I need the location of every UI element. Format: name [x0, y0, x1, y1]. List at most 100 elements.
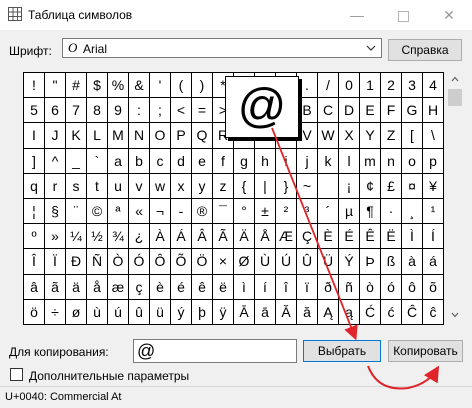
character-cell[interactable]: ]	[24, 148, 45, 174]
character-cell[interactable]: Ü	[318, 249, 339, 275]
character-cell[interactable]: È	[318, 224, 339, 250]
character-cell[interactable]: º	[24, 224, 45, 250]
character-cell[interactable]: ª	[108, 198, 129, 225]
character-cell[interactable]: i	[276, 148, 297, 174]
character-cell[interactable]: t	[87, 173, 108, 199]
character-cell[interactable]: y	[192, 173, 213, 199]
character-cell[interactable]: O	[150, 123, 171, 149]
character-cell[interactable]: e	[192, 148, 213, 174]
copy-button[interactable]: Копировать	[388, 340, 463, 362]
character-cell[interactable]: [	[402, 123, 423, 149]
character-cell[interactable]: £	[381, 173, 402, 199]
character-cell[interactable]: W	[318, 123, 339, 149]
character-cell[interactable]: ²	[276, 198, 297, 225]
character-cell[interactable]: g	[234, 148, 255, 174]
character-cell[interactable]: ¤	[402, 173, 423, 199]
copy-input[interactable]: @	[133, 339, 297, 363]
character-cell[interactable]: °	[234, 198, 255, 225]
character-cell[interactable]: Ù	[255, 249, 276, 275]
character-cell[interactable]: ý	[171, 299, 192, 325]
character-cell[interactable]: C	[318, 98, 339, 124]
character-cell[interactable]: Ï	[45, 249, 66, 275]
character-cell[interactable]: ú	[108, 299, 129, 325]
character-cell[interactable]: c	[150, 148, 171, 174]
character-cell[interactable]: ·	[381, 198, 402, 225]
maximize-button[interactable]	[380, 0, 426, 30]
character-cell[interactable]: {	[234, 173, 255, 199]
character-cell[interactable]: Ą	[318, 299, 339, 325]
character-cell[interactable]: 6	[45, 98, 66, 124]
character-cell[interactable]: þ	[192, 299, 213, 325]
character-cell[interactable]: ó	[381, 274, 402, 300]
character-cell[interactable]: É	[339, 224, 360, 250]
character-cell[interactable]: <	[171, 98, 192, 124]
character-cell[interactable]: (	[171, 73, 192, 99]
character-cell[interactable]: Ð	[66, 249, 87, 275]
character-cell[interactable]: å	[87, 274, 108, 300]
character-cell[interactable]: Ì	[402, 224, 423, 250]
character-cell[interactable]: ¥	[423, 173, 444, 199]
character-cell[interactable]: j	[297, 148, 318, 174]
character-cell[interactable]: Ä	[234, 224, 255, 250]
character-cell[interactable]: ¬	[150, 198, 171, 225]
character-cell[interactable]: ½	[87, 224, 108, 250]
character-cell[interactable]: »	[45, 224, 66, 250]
character-cell[interactable]: á	[423, 249, 444, 275]
character-cell[interactable]: %	[108, 73, 129, 99]
character-cell[interactable]: ×	[213, 249, 234, 275]
character-cell[interactable]: ³	[297, 198, 318, 225]
character-cell[interactable]: `	[87, 148, 108, 174]
character-cell[interactable]: Ñ	[87, 249, 108, 275]
character-cell[interactable]: Ø	[234, 249, 255, 275]
character-cell[interactable]: Ć	[360, 299, 381, 325]
character-cell[interactable]: ä	[66, 274, 87, 300]
character-cell[interactable]: Z	[381, 123, 402, 149]
character-cell[interactable]: ü	[150, 299, 171, 325]
character-cell[interactable]: ¼	[66, 224, 87, 250]
character-cell[interactable]: 1	[360, 73, 381, 99]
character-cell[interactable]: è	[150, 274, 171, 300]
character-cell[interactable]: ô	[402, 274, 423, 300]
character-cell[interactable]: k	[318, 148, 339, 174]
character-cell[interactable]: Í	[423, 224, 444, 250]
character-cell[interactable]: Ú	[276, 249, 297, 275]
character-cell[interactable]: v	[129, 173, 150, 199]
character-cell[interactable]: J	[45, 123, 66, 149]
character-cell[interactable]: ±	[255, 198, 276, 225]
character-cell[interactable]: Ê	[360, 224, 381, 250]
character-cell[interactable]: H	[423, 98, 444, 124]
character-cell[interactable]: D	[339, 98, 360, 124]
character-cell[interactable]: ê	[192, 274, 213, 300]
character-cell[interactable]: ï	[297, 274, 318, 300]
character-cell[interactable]: E	[360, 98, 381, 124]
character-cell[interactable]: }	[276, 173, 297, 199]
character-cell[interactable]: ¸	[402, 198, 423, 225]
grid-scrollbar[interactable]	[446, 72, 464, 324]
advanced-options-label[interactable]: Дополнительные параметры	[29, 369, 189, 383]
character-cell[interactable]: ¾	[108, 224, 129, 250]
character-cell[interactable]: ¢	[360, 173, 381, 199]
character-cell[interactable]: 4	[423, 73, 444, 99]
character-cell[interactable]: P	[171, 123, 192, 149]
character-cell[interactable]: Å	[255, 224, 276, 250]
character-cell[interactable]: w	[150, 173, 171, 199]
character-cell[interactable]: a	[108, 148, 129, 174]
character-cell[interactable]: .	[297, 73, 318, 99]
character-cell[interactable]: 7	[66, 98, 87, 124]
character-cell[interactable]: d	[171, 148, 192, 174]
character-cell[interactable]: Õ	[171, 249, 192, 275]
character-cell[interactable]: z	[213, 173, 234, 199]
character-cell[interactable]: Â	[192, 224, 213, 250]
character-cell[interactable]: ã	[45, 274, 66, 300]
character-cell[interactable]: n	[381, 148, 402, 174]
character-cell[interactable]: ā	[255, 299, 276, 325]
character-cell[interactable]: b	[129, 148, 150, 174]
font-select[interactable]: O Arial	[62, 38, 382, 58]
character-cell[interactable]: ø	[66, 299, 87, 325]
minimize-button[interactable]: —	[334, 0, 380, 30]
character-cell[interactable]: ñ	[339, 274, 360, 300]
character-cell[interactable]: X	[339, 123, 360, 149]
character-cell[interactable]: é	[171, 274, 192, 300]
character-cell[interactable]: 3	[402, 73, 423, 99]
character-cell[interactable]: «	[129, 198, 150, 225]
